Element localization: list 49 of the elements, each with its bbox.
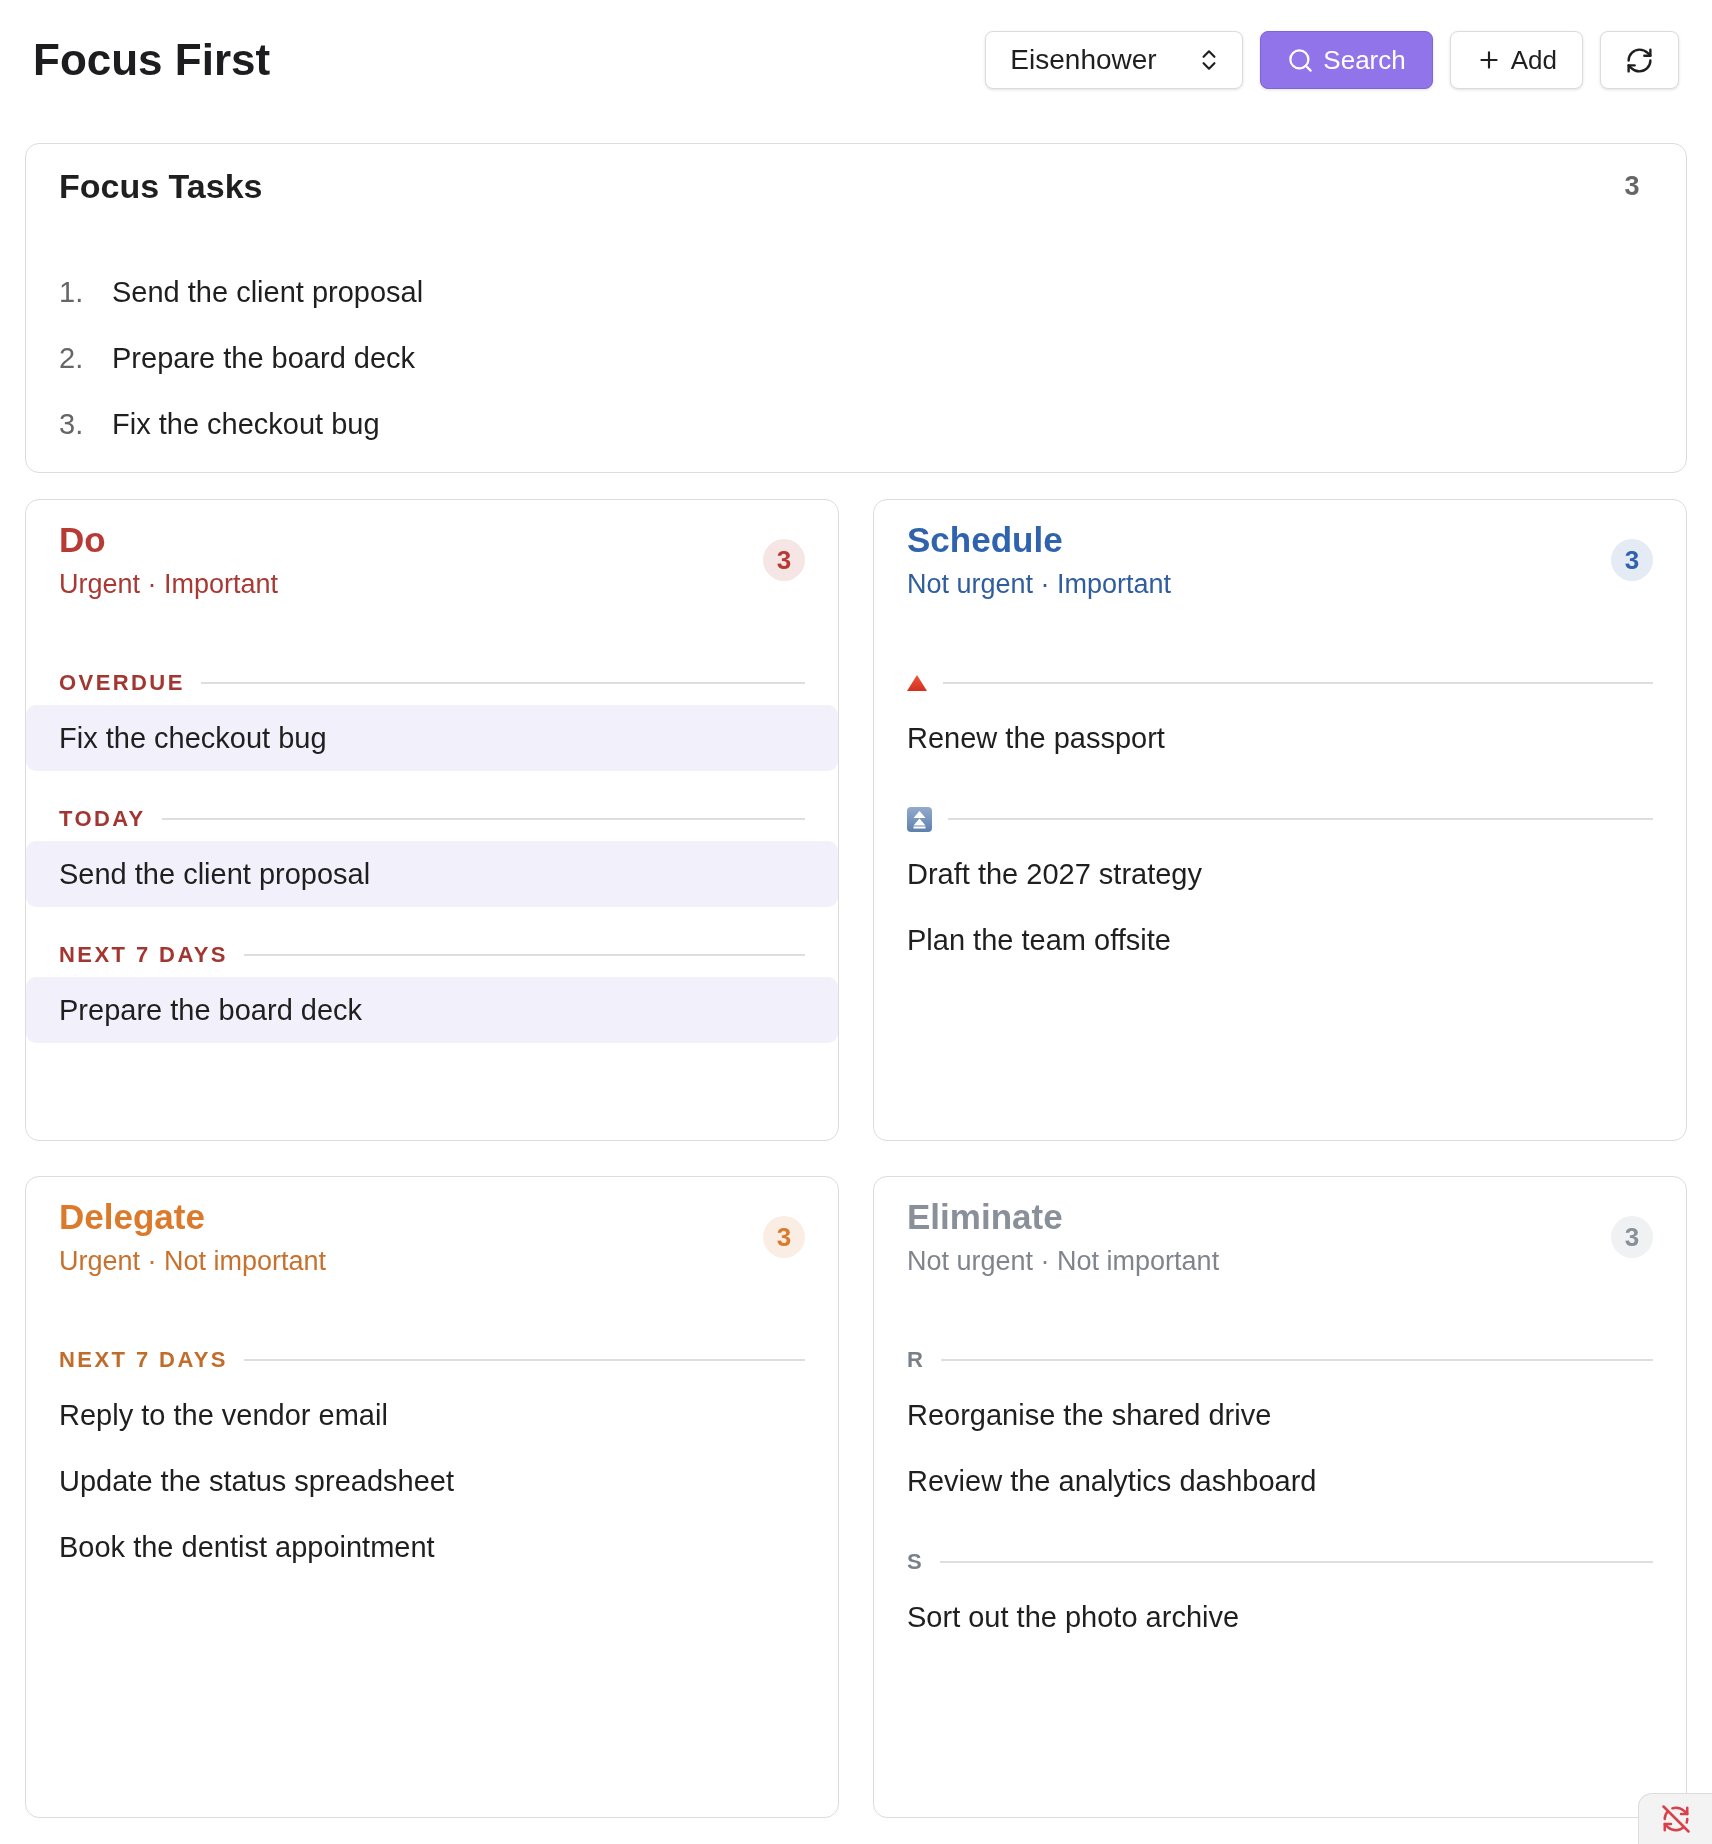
sync-status-button[interactable]	[1638, 1793, 1712, 1844]
quadrant-title: Schedule	[907, 519, 1063, 561]
task-item[interactable]: Plan the team offsite	[874, 907, 1686, 973]
task-item[interactable]: Fix the checkout bug	[26, 705, 838, 771]
triangle-icon	[907, 675, 927, 691]
task-item[interactable]: Prepare the board deck	[26, 977, 838, 1043]
quadrant-subtitle: Not urgent · Important	[907, 568, 1172, 601]
refresh-button[interactable]	[1600, 31, 1679, 89]
section-label: S	[907, 1549, 925, 1575]
task-item[interactable]: Update the status spreadsheet	[26, 1448, 838, 1514]
app-title: Focus First	[33, 34, 271, 86]
search-icon	[1287, 46, 1315, 74]
quadrant-subtitle: Not urgent · Not important	[907, 1245, 1220, 1278]
task-item[interactable]: Review the analytics dashboard	[874, 1448, 1686, 1514]
refresh-off-icon	[1660, 1804, 1691, 1834]
section-label: NEXT 7 DAYS	[59, 1347, 228, 1373]
quadrant-subtitle: Urgent · Important	[59, 568, 279, 601]
refresh-icon	[1625, 45, 1654, 75]
section-label: R	[907, 1347, 926, 1373]
count-badge: 3	[1611, 539, 1653, 581]
quadrant-title: Do	[59, 519, 106, 561]
count-badge: 3	[763, 539, 805, 581]
section-label: OVERDUE	[59, 670, 185, 696]
task-item[interactable]: Sort out the photo archive	[874, 1584, 1686, 1650]
quadrant-title: Eliminate	[907, 1196, 1063, 1238]
search-button[interactable]: Search	[1260, 31, 1433, 89]
section-label: NEXT 7 DAYS	[59, 942, 228, 968]
add-button[interactable]: Add	[1449, 31, 1583, 89]
list-number: 1.	[59, 275, 85, 309]
quadrant-title: Delegate	[59, 1196, 205, 1238]
task-item[interactable]: Send the client proposal	[26, 841, 838, 907]
focus-task-text: Send the client proposal	[112, 275, 424, 309]
quadrant-subtitle: Urgent · Not important	[59, 1245, 327, 1278]
card-title: Focus Tasks	[59, 166, 263, 207]
section-label: TODAY	[59, 806, 146, 832]
task-item[interactable]: Renew the passport	[874, 705, 1686, 771]
count-badge: 3	[763, 1216, 805, 1258]
task-item[interactable]: Book the dentist appointment	[26, 1514, 838, 1580]
task-item[interactable]: Reply to the vendor email	[26, 1382, 838, 1448]
focus-task-text: Fix the checkout bug	[112, 407, 380, 441]
count-badge: 3	[1611, 1216, 1653, 1258]
task-count: 3	[1623, 171, 1641, 202]
task-item[interactable]: Reorganise the shared drive	[874, 1382, 1686, 1448]
focus-task-text: Prepare the board deck	[112, 341, 416, 375]
task-item[interactable]: Draft the 2027 strategy	[874, 841, 1686, 907]
view-select[interactable]: Eisenhower	[985, 31, 1244, 89]
double-arrow-up-icon	[907, 806, 932, 832]
list-number: 2.	[59, 341, 85, 375]
list-number: 3.	[59, 407, 85, 441]
